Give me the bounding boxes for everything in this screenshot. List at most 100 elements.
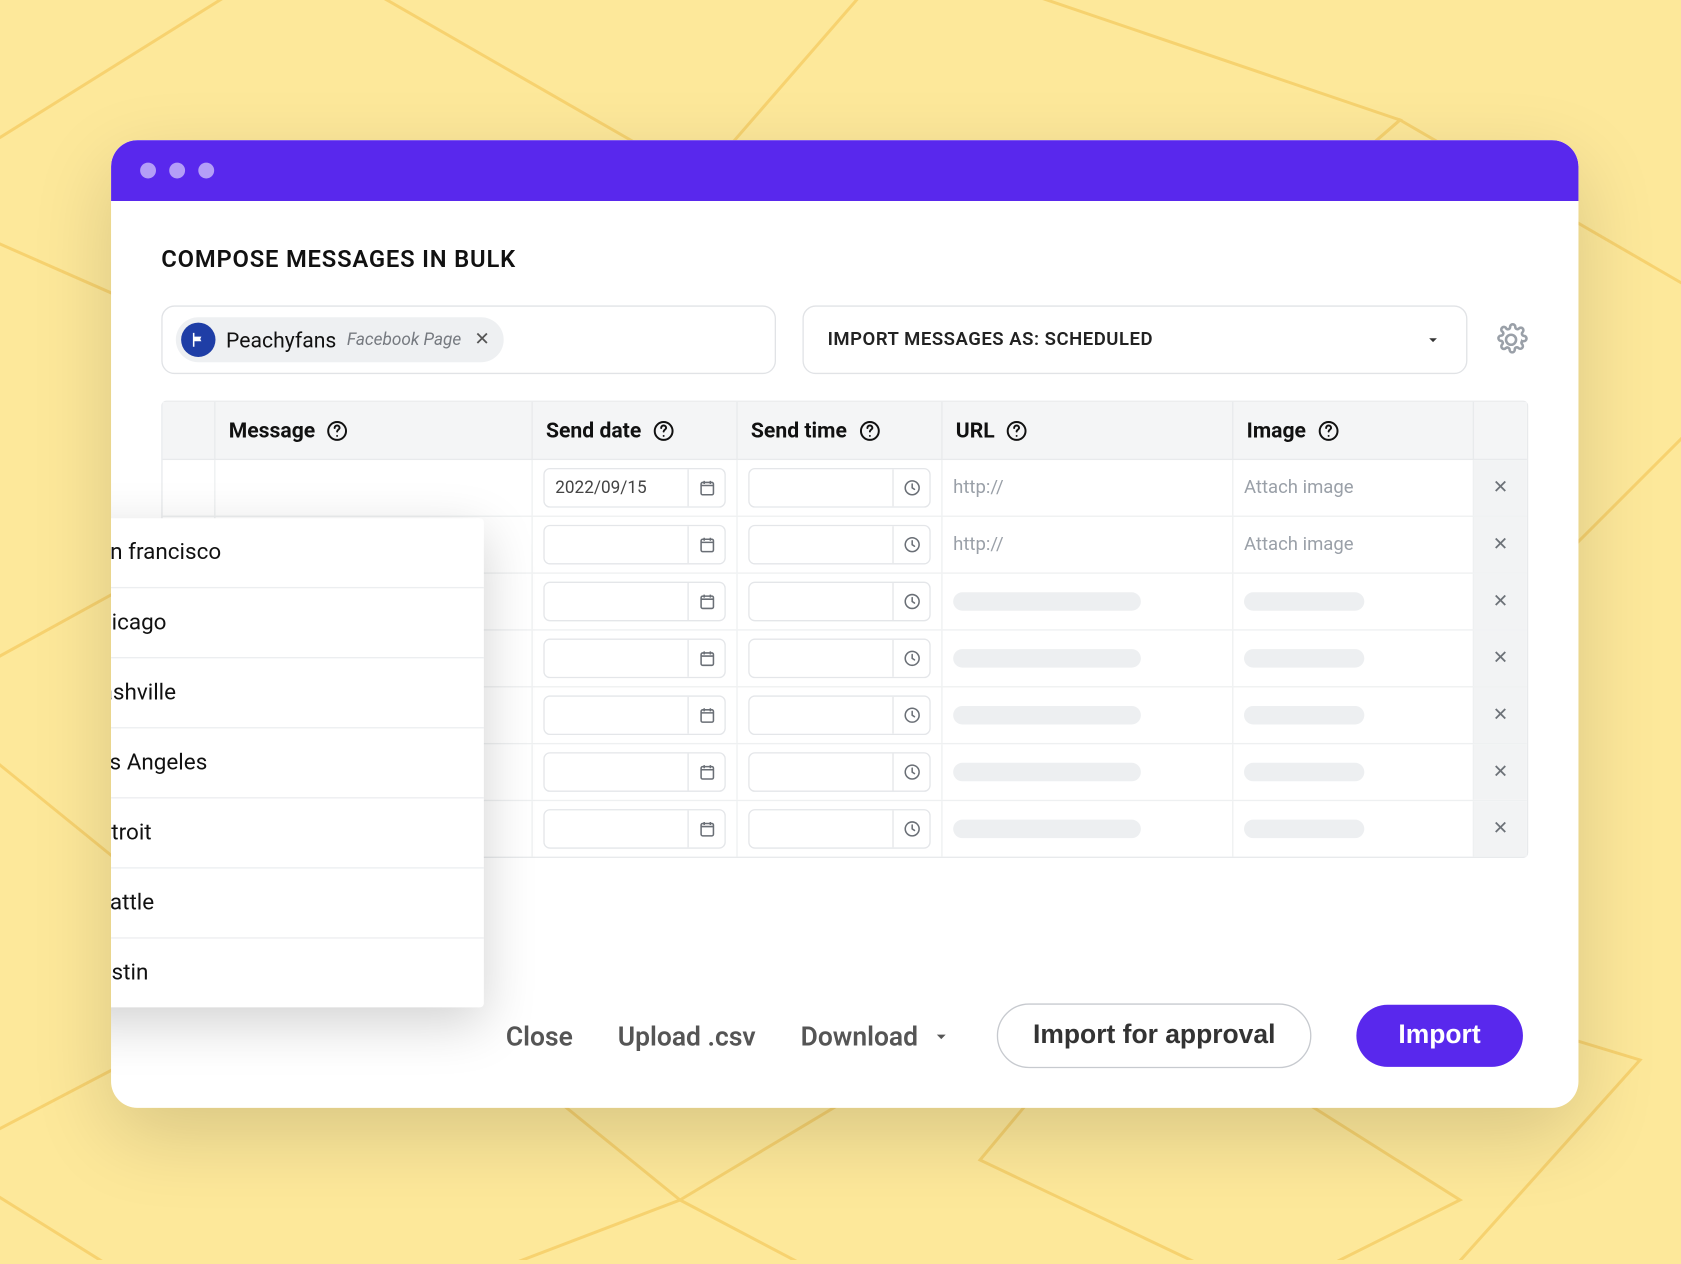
- autocomplete-item[interactable]: Seattle: [111, 869, 484, 939]
- calendar-icon[interactable]: [687, 697, 724, 734]
- url-cell[interactable]: [943, 574, 1234, 630]
- time-input[interactable]: [748, 525, 930, 565]
- clock-icon[interactable]: [892, 640, 929, 677]
- help-icon[interactable]: [1005, 418, 1029, 442]
- delete-row-button[interactable]: ✕: [1474, 631, 1527, 687]
- send-date-cell[interactable]: [533, 517, 738, 573]
- calendar-icon[interactable]: [687, 583, 724, 620]
- send-time-cell[interactable]: [738, 687, 943, 743]
- time-value: [750, 697, 893, 734]
- clock-icon[interactable]: [892, 697, 929, 734]
- time-input[interactable]: [748, 639, 930, 679]
- skeleton-placeholder: [1244, 763, 1364, 782]
- help-icon[interactable]: [326, 418, 350, 442]
- send-time-cell[interactable]: [738, 744, 943, 800]
- import-mode-label: IMPORT MESSAGES AS: SCHEDULED: [828, 329, 1154, 350]
- time-input[interactable]: [748, 752, 930, 792]
- send-date-cell[interactable]: [533, 631, 738, 687]
- help-icon[interactable]: [857, 418, 881, 442]
- th-blank: [163, 402, 216, 460]
- url-cell[interactable]: http://: [943, 460, 1234, 516]
- date-input[interactable]: [543, 809, 725, 849]
- send-date-cell[interactable]: [533, 687, 738, 743]
- send-time-cell[interactable]: [738, 631, 943, 687]
- account-selector[interactable]: Peachyfans Facebook Page ✕: [161, 305, 776, 374]
- import-mode-select[interactable]: IMPORT MESSAGES AS: SCHEDULED: [802, 305, 1467, 374]
- image-cell[interactable]: [1233, 631, 1474, 687]
- autocomplete-item[interactable]: Austin: [111, 939, 484, 1008]
- autocomplete-item[interactable]: Detroit: [111, 798, 484, 868]
- page-title: COMPOSE MESSAGES IN BULK: [161, 246, 1528, 274]
- clock-icon[interactable]: [892, 754, 929, 791]
- account-chip[interactable]: Peachyfans Facebook Page ✕: [176, 317, 503, 362]
- import-button[interactable]: Import: [1356, 1005, 1523, 1067]
- help-icon[interactable]: [1317, 418, 1341, 442]
- url-cell[interactable]: [943, 801, 1234, 857]
- time-input[interactable]: [748, 809, 930, 849]
- date-input[interactable]: [543, 752, 725, 792]
- remove-account-icon[interactable]: ✕: [474, 329, 490, 350]
- autocomplete-item[interactable]: Nashville: [111, 658, 484, 728]
- account-name: Peachyfans: [226, 327, 336, 352]
- th-url: URL: [943, 402, 1234, 460]
- send-date-cell[interactable]: [533, 801, 738, 857]
- calendar-icon[interactable]: [687, 640, 724, 677]
- send-time-cell[interactable]: [738, 517, 943, 573]
- skeleton-placeholder: [953, 592, 1141, 611]
- delete-row-button[interactable]: ✕: [1474, 574, 1527, 630]
- url-cell[interactable]: [943, 744, 1234, 800]
- date-value: 2022/09/15: [545, 469, 688, 506]
- delete-row-button[interactable]: ✕: [1474, 460, 1527, 516]
- autocomplete-item[interactable]: San francisco: [111, 518, 484, 588]
- skeleton-placeholder: [1244, 820, 1364, 839]
- calendar-icon[interactable]: [687, 469, 724, 506]
- image-cell[interactable]: [1233, 574, 1474, 630]
- upload-csv-button[interactable]: Upload .csv: [618, 1020, 756, 1052]
- skeleton-placeholder: [953, 649, 1141, 668]
- delete-row-button[interactable]: ✕: [1474, 801, 1527, 857]
- send-time-cell[interactable]: [738, 574, 943, 630]
- download-button[interactable]: Download: [801, 1020, 953, 1052]
- send-time-cell[interactable]: [738, 801, 943, 857]
- autocomplete-item[interactable]: Chicago: [111, 588, 484, 658]
- delete-row-button[interactable]: ✕: [1474, 744, 1527, 800]
- time-input[interactable]: [748, 695, 930, 735]
- chevron-down-icon: [931, 1025, 952, 1046]
- autocomplete-item[interactable]: Los Angeles: [111, 728, 484, 798]
- import-approval-button[interactable]: Import for approval: [997, 1003, 1311, 1068]
- url-placeholder: http://: [953, 477, 1003, 498]
- date-input[interactable]: [543, 582, 725, 622]
- clock-icon[interactable]: [892, 583, 929, 620]
- gear-icon[interactable]: [1494, 323, 1528, 357]
- date-input[interactable]: [543, 525, 725, 565]
- image-cell[interactable]: Attach image: [1233, 517, 1474, 573]
- send-date-cell[interactable]: [533, 574, 738, 630]
- calendar-icon[interactable]: [687, 754, 724, 791]
- delete-row-button[interactable]: ✕: [1474, 517, 1527, 573]
- clock-icon[interactable]: [892, 526, 929, 563]
- calendar-icon[interactable]: [687, 810, 724, 847]
- close-button[interactable]: Close: [506, 1020, 573, 1052]
- url-cell[interactable]: [943, 631, 1234, 687]
- send-time-cell[interactable]: [738, 460, 943, 516]
- time-input[interactable]: [748, 468, 930, 508]
- message-cell[interactable]: [215, 460, 532, 516]
- send-date-cell[interactable]: 2022/09/15: [533, 460, 738, 516]
- clock-icon[interactable]: [892, 810, 929, 847]
- image-cell[interactable]: Attach image: [1233, 460, 1474, 516]
- image-cell[interactable]: [1233, 687, 1474, 743]
- image-cell[interactable]: [1233, 744, 1474, 800]
- clock-icon[interactable]: [892, 469, 929, 506]
- image-cell[interactable]: [1233, 801, 1474, 857]
- date-input[interactable]: [543, 695, 725, 735]
- send-date-cell[interactable]: [533, 744, 738, 800]
- calendar-icon[interactable]: [687, 526, 724, 563]
- time-input[interactable]: [748, 582, 930, 622]
- delete-row-button[interactable]: ✕: [1474, 687, 1527, 743]
- url-cell[interactable]: [943, 687, 1234, 743]
- help-icon[interactable]: [652, 418, 676, 442]
- date-input[interactable]: [543, 639, 725, 679]
- window-dot: [169, 163, 185, 179]
- date-input[interactable]: 2022/09/15: [543, 468, 725, 508]
- url-cell[interactable]: http://: [943, 517, 1234, 573]
